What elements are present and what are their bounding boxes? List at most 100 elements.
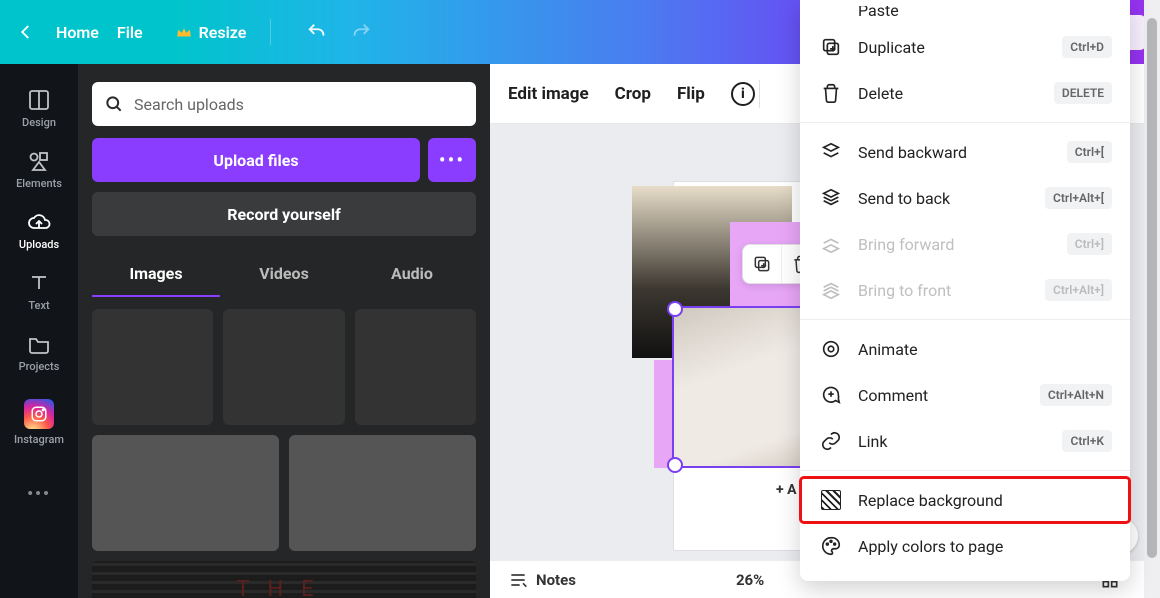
rail-projects[interactable]: Projects (0, 322, 78, 383)
ctx-duplicate-label: Duplicate (858, 38, 925, 57)
ctx-link-label: Link (858, 432, 887, 451)
nav-file[interactable]: File (117, 23, 143, 42)
ctx-delete-label: Delete (858, 84, 903, 103)
notes-icon (508, 570, 528, 590)
bring-to-front-icon (818, 277, 844, 303)
cloud-upload-icon (27, 210, 51, 234)
flip-button[interactable]: Flip (677, 84, 705, 104)
record-yourself-button[interactable]: Record yourself (92, 192, 476, 236)
ctx-paste[interactable]: Paste (800, 6, 1130, 24)
ctx-paste-label: Paste (858, 6, 899, 20)
upload-thumb[interactable] (355, 309, 476, 425)
search-input[interactable] (134, 95, 464, 114)
ctx-bring-forward: Bring forward Ctrl+] (800, 221, 1130, 267)
ctx-bring-to-front: Bring to front Ctrl+Alt+] (800, 267, 1130, 313)
crown-icon (175, 23, 193, 41)
zoom-level[interactable]: 26% (736, 571, 764, 589)
upload-thumb[interactable] (92, 309, 213, 425)
ctx-duplicate[interactable]: Duplicate Ctrl+D (800, 24, 1130, 70)
ctx-link[interactable]: Link Ctrl+K (800, 418, 1130, 464)
replace-background-icon (818, 487, 844, 513)
ctx-bring-forward-label: Bring forward (858, 235, 954, 254)
upload-thumb-label: THE (236, 577, 331, 598)
ctx-animate[interactable]: Animate (800, 326, 1130, 372)
ctx-bring-forward-shortcut: Ctrl+] (1067, 233, 1112, 255)
ctx-send-to-back[interactable]: Send to back Ctrl+Alt+[ (800, 175, 1130, 221)
upload-thumb[interactable] (92, 435, 279, 551)
ctx-comment-shortcut: Ctrl+Alt+N (1040, 384, 1112, 406)
ctx-delete[interactable]: Delete DELETE (800, 70, 1130, 116)
duplicate-button[interactable] (743, 245, 781, 283)
ctx-link-shortcut: Ctrl+K (1062, 430, 1112, 452)
rail-design-label: Design (22, 116, 56, 129)
uploads-panel: Upload files ••• Record yourself Images … (78, 64, 490, 598)
rail-design[interactable]: Design (0, 78, 78, 139)
link-icon (818, 428, 844, 454)
ctx-apply-colors-label: Apply colors to page (858, 537, 1003, 556)
ctx-replace-background-label: Replace background (858, 491, 1003, 510)
info-icon[interactable]: i (731, 82, 755, 106)
ctx-send-backward-shortcut: Ctrl+[ (1067, 141, 1112, 163)
ctx-duplicate-shortcut: Ctrl+D (1062, 36, 1112, 58)
ctx-send-backward-label: Send backward (858, 143, 967, 162)
toolbar-divider (759, 80, 760, 108)
ctx-bring-to-front-shortcut: Ctrl+Alt+] (1045, 279, 1112, 301)
context-menu: Paste Duplicate Ctrl+D Delete DELETE Sen… (800, 0, 1130, 581)
upload-thumb-row-2 (92, 435, 476, 551)
palette-icon (818, 533, 844, 559)
redo-button[interactable] (349, 20, 373, 44)
ctx-comment[interactable]: Comment Ctrl+Alt+N (800, 372, 1130, 418)
nav-resize-label: Resize (199, 23, 247, 42)
tab-audio[interactable]: Audio (348, 258, 476, 297)
scrollbar-thumb[interactable] (1147, 18, 1157, 558)
rail-uploads-label: Uploads (19, 238, 59, 251)
rail-more[interactable]: ••• (27, 484, 51, 503)
ctx-comment-label: Comment (858, 386, 928, 405)
upload-thumb[interactable] (289, 435, 476, 551)
upload-thumb[interactable]: THE (92, 561, 476, 598)
rail-instagram[interactable]: Instagram (0, 383, 78, 456)
search-icon (104, 94, 124, 114)
ctx-apply-colors[interactable]: Apply colors to page (800, 523, 1130, 569)
undo-button[interactable] (305, 20, 329, 44)
notes-button[interactable]: Notes (536, 571, 576, 589)
search-uploads[interactable] (92, 82, 476, 126)
uploads-tabs: Images Videos Audio (92, 258, 476, 297)
edit-image-button[interactable]: Edit image (508, 84, 589, 104)
shapes-icon (27, 149, 51, 173)
bring-forward-icon (818, 231, 844, 257)
side-rail: Design Elements Uploads Text Projects In… (0, 64, 78, 598)
rail-elements[interactable]: Elements (0, 139, 78, 200)
rail-uploads[interactable]: Uploads (0, 200, 78, 261)
rail-projects-label: Projects (19, 360, 60, 373)
animate-icon (818, 336, 844, 362)
duplicate-icon (818, 34, 844, 60)
upload-files-button[interactable]: Upload files (92, 138, 420, 182)
back-icon[interactable] (14, 20, 38, 44)
nav-home[interactable]: Home (56, 23, 99, 42)
window-scrollbar[interactable] (1144, 0, 1160, 598)
send-to-back-icon (818, 185, 844, 211)
add-page-label[interactable]: + A (776, 482, 797, 498)
trash-icon (818, 80, 844, 106)
ctx-delete-shortcut: DELETE (1054, 82, 1112, 104)
rail-text[interactable]: Text (0, 261, 78, 322)
rail-text-label: Text (28, 299, 49, 312)
layout-icon (27, 88, 51, 112)
ctx-replace-background[interactable]: Replace background (800, 477, 1130, 523)
crop-button[interactable]: Crop (615, 84, 651, 104)
upload-thumb[interactable] (223, 309, 344, 425)
rail-elements-label: Elements (16, 177, 62, 190)
tab-videos[interactable]: Videos (220, 258, 348, 297)
upload-more-button[interactable]: ••• (428, 138, 476, 182)
header-divider (270, 19, 271, 45)
ctx-send-to-back-shortcut: Ctrl+Alt+[ (1045, 187, 1112, 209)
upload-thumb-row-1 (92, 309, 476, 425)
comment-icon (818, 382, 844, 408)
ctx-send-backward[interactable]: Send backward Ctrl+[ (800, 129, 1130, 175)
instagram-icon (24, 399, 54, 429)
nav-resize[interactable]: Resize (175, 23, 247, 42)
ctx-animate-label: Animate (858, 340, 918, 359)
send-backward-icon (818, 139, 844, 165)
tab-images[interactable]: Images (92, 258, 220, 297)
